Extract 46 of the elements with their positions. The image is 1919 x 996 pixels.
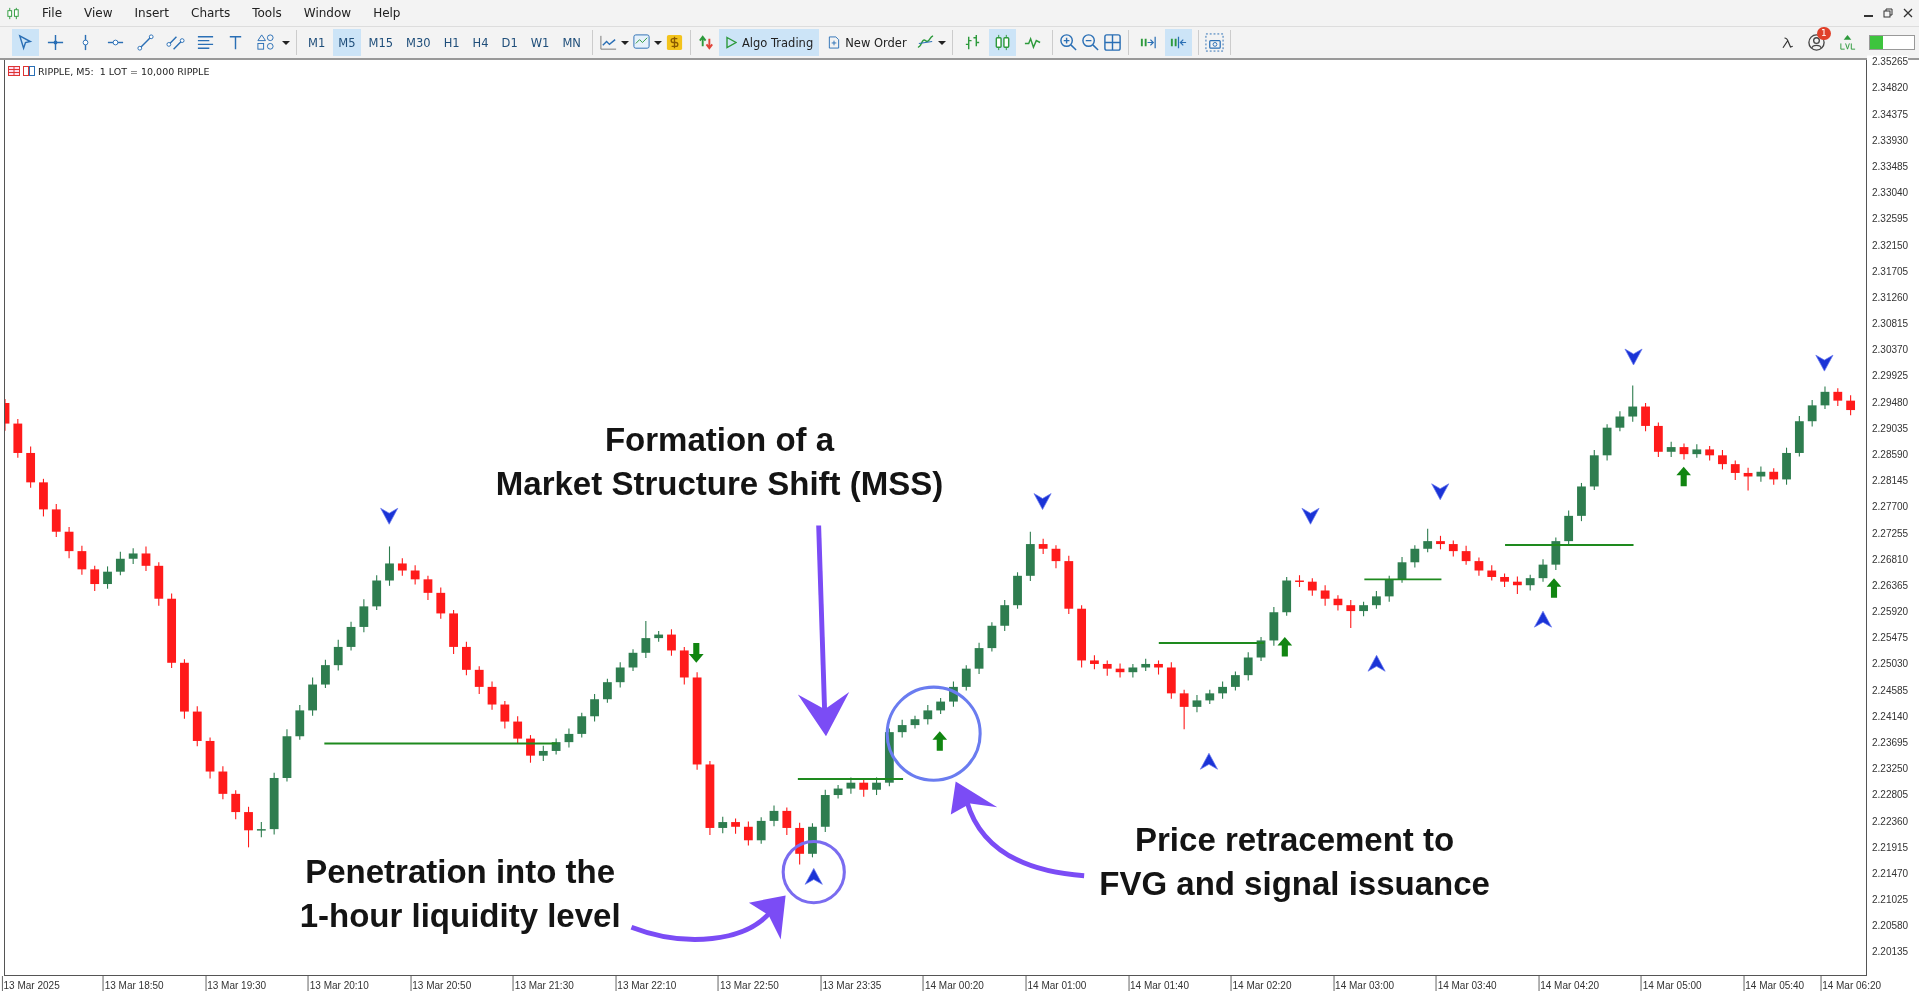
timeframe-button[interactable]: M15	[363, 29, 399, 56]
annotation-text: FVG and signal issuance	[1099, 864, 1490, 905]
time-label: 14 Mar 05:00	[1640, 976, 1702, 991]
timeframe-button[interactable]: W1	[525, 29, 555, 56]
annotation-text: Price retracement to	[1135, 820, 1455, 861]
time-label: 14 Mar 05:40	[1743, 976, 1805, 991]
time-label: 14 Mar 06:20	[1820, 976, 1882, 991]
price-label: 2.35265	[1867, 55, 1909, 67]
time-label: 13 Mar 21:30	[512, 976, 574, 991]
annotation-text: Formation of a	[604, 419, 835, 460]
timeframe-button[interactable]: M30	[401, 29, 436, 56]
time-label: 14 Mar 01:00	[1025, 976, 1087, 991]
annotation-text: Market Structure Shift (MSS)	[495, 463, 944, 504]
time-label: 13 Mar 22:50	[717, 976, 779, 991]
time-label: 14 Mar 01:40	[1128, 976, 1189, 991]
menu-item[interactable]: Charts	[180, 6, 242, 20]
menu-item[interactable]: View	[73, 6, 124, 20]
annotation-text: 1-hour liquidity level	[299, 896, 621, 937]
time-label: 14 Mar 02:20	[1230, 976, 1292, 991]
time-label: 13 Mar 18:50	[102, 976, 164, 991]
timeframe-button[interactable]: MN	[557, 29, 586, 56]
time-label: 14 Mar 03:00	[1333, 976, 1395, 991]
menu-item[interactable]: Insert	[123, 6, 180, 20]
menu-item[interactable]: File	[31, 6, 74, 20]
annotation-text: Penetration into the	[305, 852, 616, 893]
menu-item[interactable]: Window	[292, 6, 363, 20]
time-label: 13 Mar 2025	[1, 976, 60, 991]
timeframe-button[interactable]: D1	[496, 29, 523, 56]
time-label: 14 Mar 00:20	[922, 976, 984, 991]
time-label: 13 Mar 19:30	[205, 976, 267, 991]
algo-trading-button[interactable]: Algo Trading	[718, 29, 820, 56]
notification-badge: 1	[1817, 27, 1831, 40]
timeframe-button[interactable]: H4	[467, 29, 494, 56]
time-label: 13 Mar 23:35	[820, 976, 882, 991]
timeframe-button[interactable]: M1	[303, 29, 331, 56]
time-label: 13 Mar 20:10	[307, 976, 369, 991]
menu-item[interactable]: Help	[362, 6, 412, 20]
timeframe-button[interactable]: M5	[333, 29, 361, 56]
new-order-button[interactable]: New Order	[822, 29, 913, 56]
time-label: 14 Mar 03:40	[1435, 976, 1497, 991]
time-label: 14 Mar 04:20	[1538, 976, 1600, 991]
menu-item[interactable]: Tools	[241, 6, 293, 20]
time-label: 13 Mar 20:50	[410, 976, 472, 991]
timeframe-button[interactable]: H1	[438, 29, 465, 56]
chart-title: RIPPLE, M5: 1 LOT = 10,000 RIPPLE	[38, 65, 210, 77]
time-label: 13 Mar 22:10	[615, 976, 677, 991]
